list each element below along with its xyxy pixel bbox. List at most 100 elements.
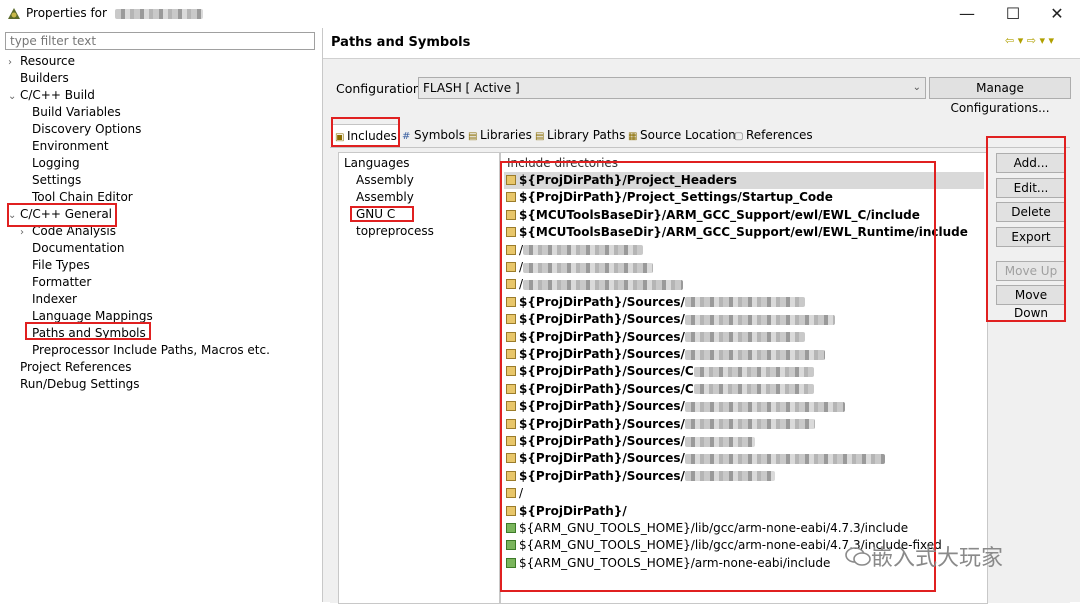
tree-item[interactable]: Builders <box>8 70 69 87</box>
filter-input[interactable] <box>5 32 315 50</box>
include-path: ${ProjDirPath}/Sources/ <box>519 329 685 344</box>
workspace-folder-icon <box>506 488 516 499</box>
include-row[interactable]: / <box>504 242 984 259</box>
tree-item-label: Documentation <box>32 241 125 255</box>
add-button[interactable]: Add... <box>996 153 1066 173</box>
tree-item[interactable]: › Code Analysis <box>20 223 116 240</box>
redacted-path <box>684 471 775 482</box>
include-row[interactable]: ${ProjDirPath}/Project_Settings/Startup_… <box>504 189 984 206</box>
include-row[interactable]: ${ProjDirPath}/Sources/ <box>504 416 984 433</box>
chevron-down-icon: ⌄ <box>912 82 921 93</box>
tab-label: References <box>746 128 813 142</box>
tree-item[interactable]: Formatter <box>20 274 91 291</box>
tree-item[interactable]: File Types <box>20 257 90 274</box>
tree-item[interactable]: Build Variables <box>20 104 121 121</box>
include-row[interactable]: ${ProjDirPath}/Sources/ <box>504 311 984 328</box>
include-path: ${ProjDirPath}/Sources/ <box>519 294 685 309</box>
tree-item[interactable]: Tool Chain Editor <box>20 189 133 206</box>
tree-item[interactable]: › Resource <box>8 53 75 70</box>
maximize-button[interactable]: ☐ <box>990 0 1036 28</box>
workspace-folder-icon <box>506 505 516 516</box>
tab-label: Libraries <box>480 128 532 142</box>
tab-library-paths[interactable]: ▤ Library Paths <box>533 124 627 146</box>
move-down-button[interactable]: Move Down <box>996 285 1066 320</box>
tree-item[interactable]: Project References <box>8 359 132 376</box>
hash-icon: # <box>402 131 411 142</box>
include-row[interactable]: ${ProjDirPath}/Sources/ <box>504 433 984 450</box>
history-nav-arrows[interactable]: ⇦ ▾ ⇨ ▾ ▾ <box>1005 34 1054 47</box>
language-item[interactable]: Assembly <box>356 172 414 189</box>
language-item[interactable]: Assembly <box>356 189 414 206</box>
configuration-value: FLASH [ Active ] <box>423 81 520 95</box>
include-row[interactable]: / <box>504 485 984 502</box>
include-row[interactable]: ${ProjDirPath}/Sources/ <box>504 346 984 363</box>
include-row[interactable]: ${ProjDirPath}/Project_Headers <box>504 172 984 189</box>
chevron-down-icon[interactable]: ⌄ <box>8 88 20 105</box>
tab-source-location[interactable]: ▦ Source Location <box>626 124 738 146</box>
tree-item[interactable]: Preprocessor Include Paths, Macros etc. <box>20 342 270 359</box>
tab-label: Source Location <box>640 128 736 142</box>
manage-configurations-button[interactable]: Manage Configurations... <box>929 77 1071 115</box>
workspace-folder-icon <box>506 244 516 255</box>
chevron-down-icon[interactable]: ⌄ <box>8 207 20 224</box>
redacted-path <box>684 349 825 360</box>
include-row[interactable]: / <box>504 276 984 293</box>
delete-button[interactable]: Delete <box>996 202 1066 222</box>
tab-references[interactable]: ▢ References <box>732 124 815 146</box>
close-button[interactable]: ✕ <box>1034 0 1080 28</box>
language-item[interactable]: topreprocess <box>356 223 434 240</box>
tree-item[interactable]: Environment <box>20 138 109 155</box>
redacted-path <box>523 279 684 290</box>
tree-item[interactable]: ⌄ C/C++ Build <box>8 87 95 104</box>
configuration-select[interactable]: FLASH [ Active ] ⌄ <box>418 77 926 99</box>
chevron-right-icon[interactable]: › <box>20 224 32 241</box>
include-row[interactable]: ${ProjDirPath}/ <box>504 503 984 520</box>
include-row[interactable]: ${ProjDirPath}/Sources/C <box>504 363 984 380</box>
include-row[interactable]: ${MCUToolsBaseDir}/ARM_GCC_Support/ewl/E… <box>504 224 984 241</box>
tree-item[interactable]: Discovery Options <box>20 121 141 138</box>
workspace-folder-icon <box>506 175 516 185</box>
app-icon <box>6 6 22 22</box>
include-row[interactable]: ${ProjDirPath}/Sources/ <box>504 450 984 467</box>
tree-item[interactable]: Language Mappings <box>20 308 153 325</box>
redacted-path <box>693 366 814 377</box>
move-up-button[interactable]: Move Up <box>996 261 1066 281</box>
tree-item[interactable]: Indexer <box>20 291 77 308</box>
include-row[interactable]: ${ProjDirPath}/Sources/ <box>504 398 984 415</box>
tree-item-label: Logging <box>32 156 80 170</box>
include-row[interactable]: ${ProjDirPath}/Sources/C <box>504 381 984 398</box>
tree-item[interactable]: Settings <box>20 172 81 189</box>
minimize-button[interactable]: — <box>944 0 990 28</box>
export-button[interactable]: Export <box>996 227 1066 247</box>
tree-item[interactable]: Paths and Symbols <box>20 325 146 342</box>
include-row[interactable]: ${ProjDirPath}/Sources/ <box>504 329 984 346</box>
include-path: ${ProjDirPath}/ <box>519 503 627 518</box>
include-path: ${MCUToolsBaseDir}/ARM_GCC_Support/ewl/E… <box>519 207 920 222</box>
workspace-folder-icon <box>506 418 516 429</box>
library-icon: ▤ <box>468 131 478 142</box>
tree-item[interactable]: ⌄ C/C++ General <box>8 206 112 223</box>
tree-item[interactable]: Documentation <box>20 240 125 257</box>
tab-symbols[interactable]: # Symbols <box>400 124 467 146</box>
source-folder-icon: ▦ <box>628 131 638 142</box>
include-row[interactable]: ${ARM_GNU_TOOLS_HOME}/lib/gcc/arm-none-e… <box>504 520 984 537</box>
include-row[interactable]: ${ProjDirPath}/Sources/ <box>504 468 984 485</box>
include-directories-header: Include directories <box>507 156 619 170</box>
include-row[interactable]: ${ProjDirPath}/Sources/ <box>504 294 984 311</box>
tree-item-label: Builders <box>20 71 69 85</box>
language-item-gnu-c[interactable]: GNU C <box>356 206 395 223</box>
edit-button[interactable]: Edit... <box>996 178 1066 198</box>
tab-libraries[interactable]: ▤ Libraries <box>466 124 534 146</box>
env-folder-icon <box>506 523 516 533</box>
include-path: ${ProjDirPath}/Sources/ <box>519 416 685 431</box>
tree-item-label: File Types <box>32 258 90 272</box>
include-row[interactable]: ${MCUToolsBaseDir}/ARM_GCC_Support/ewl/E… <box>504 207 984 224</box>
include-path: / <box>519 486 524 501</box>
chevron-right-icon[interactable]: › <box>8 54 20 71</box>
tree-item[interactable]: Logging <box>20 155 80 172</box>
include-row[interactable]: / <box>504 259 984 276</box>
tree-item[interactable]: Run/Debug Settings <box>8 376 140 393</box>
tree-item-label: Resource <box>20 54 76 68</box>
env-folder-icon <box>506 540 516 551</box>
tab-includes[interactable]: ▣ Includes <box>332 124 400 147</box>
